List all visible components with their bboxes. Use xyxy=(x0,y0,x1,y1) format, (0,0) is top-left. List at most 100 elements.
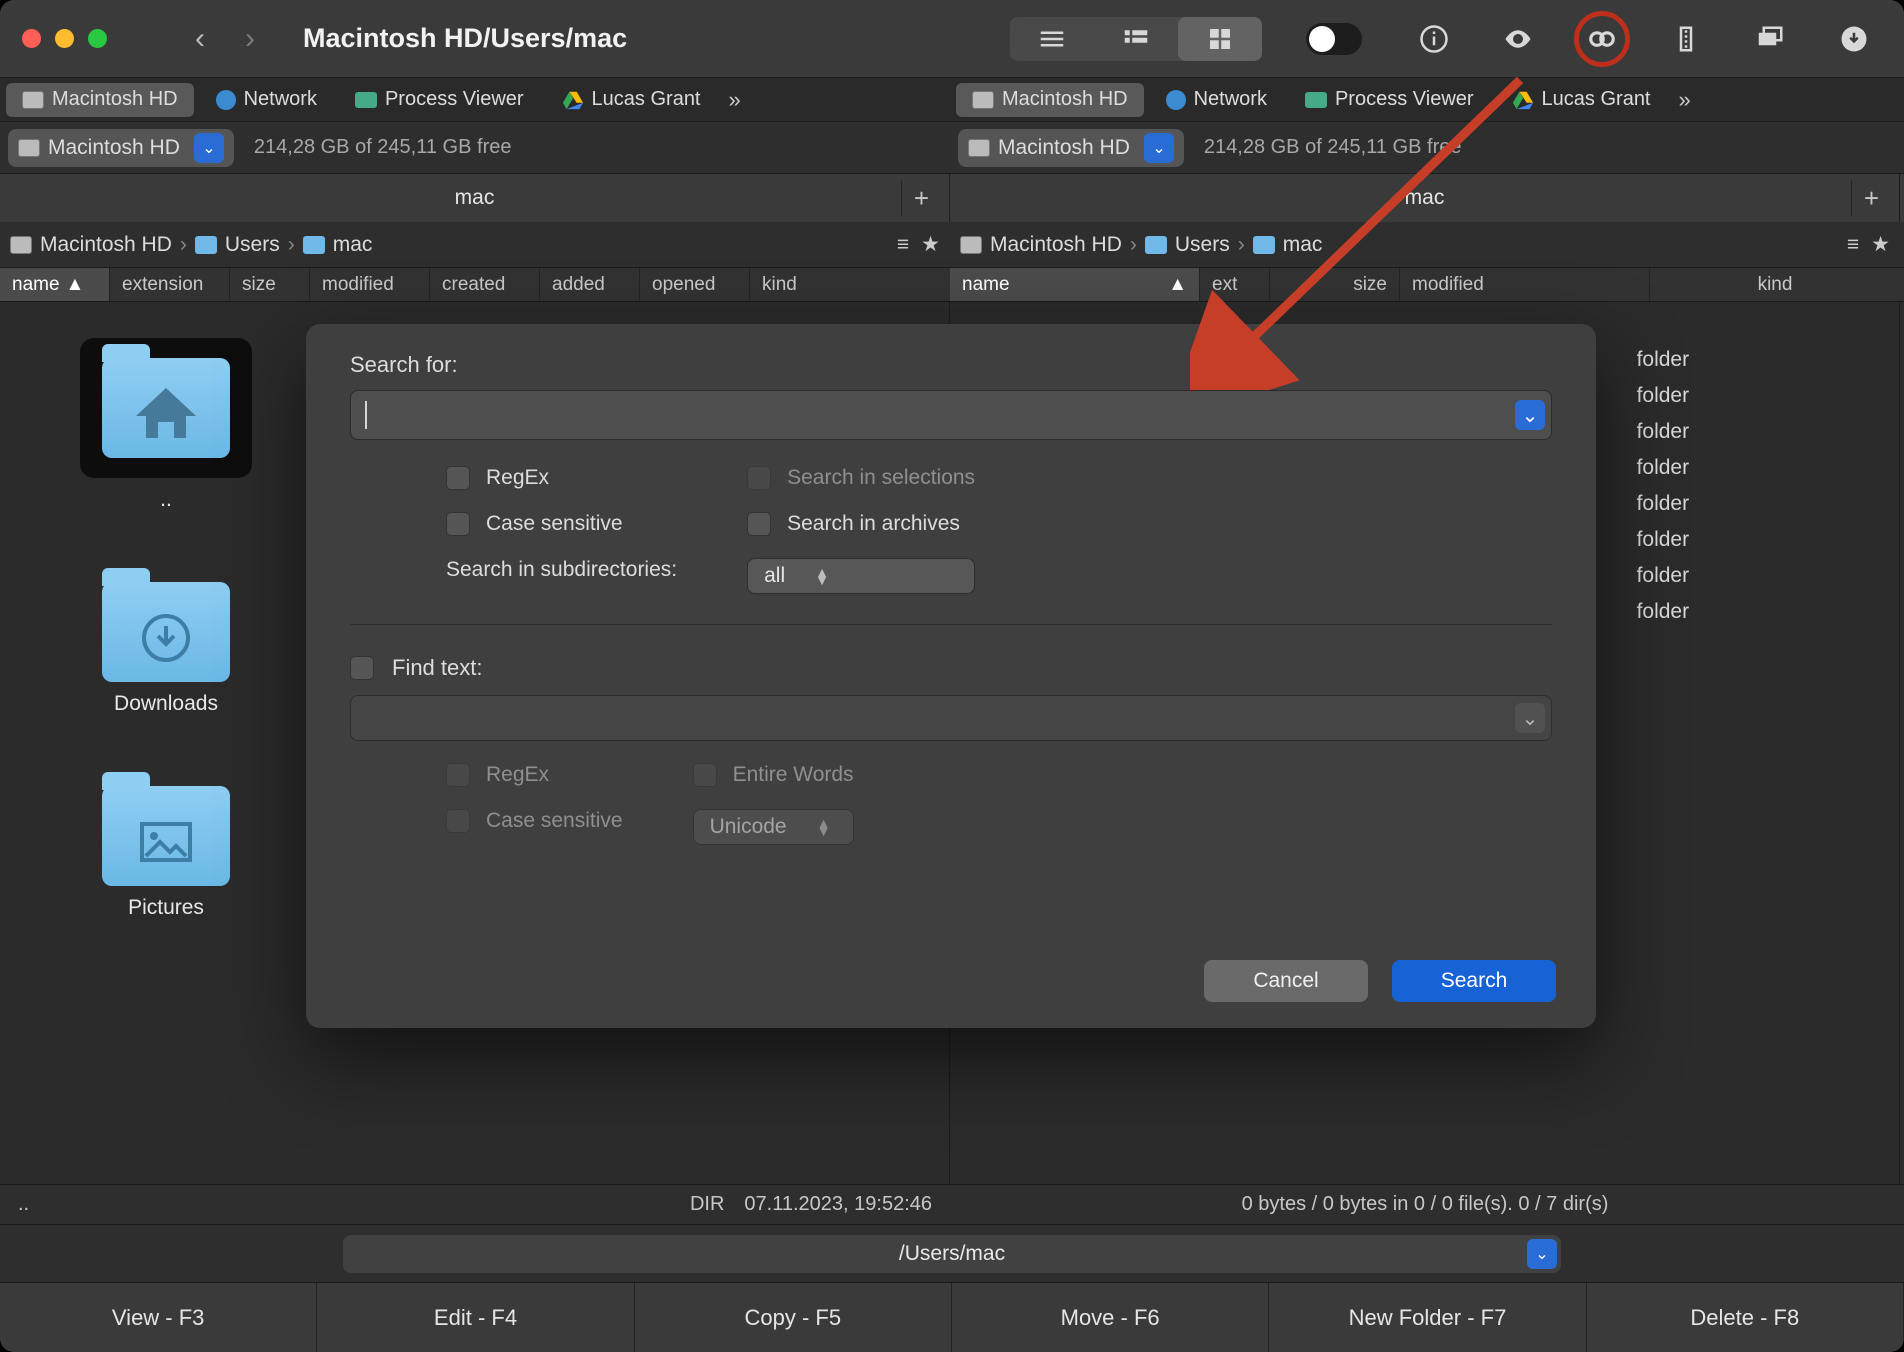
fkey-copy[interactable]: Copy - F5 xyxy=(635,1283,952,1352)
star-icon[interactable]: ★ xyxy=(1871,232,1890,257)
monitor-icon xyxy=(1305,92,1327,108)
dropdown-icon[interactable]: ⌄ xyxy=(194,133,224,163)
more-favorites-icon-r[interactable]: » xyxy=(1667,87,1703,113)
dropdown-icon[interactable]: ⌄ xyxy=(1515,703,1545,733)
download-icon[interactable] xyxy=(1826,11,1882,67)
new-tab-button-r[interactable]: + xyxy=(1851,180,1891,216)
breadcrumb-seg[interactable]: Users xyxy=(225,233,280,257)
tab-title-row: mac+ mac+ xyxy=(0,174,1904,222)
fav-drive-nicolas-r[interactable]: Lucas Grant xyxy=(1496,83,1667,117)
forward-button[interactable]: › xyxy=(245,22,255,56)
cancel-button[interactable]: Cancel xyxy=(1204,960,1368,1002)
breadcrumb-seg[interactable]: mac xyxy=(333,233,373,257)
hdr-name-r[interactable]: name ▲ xyxy=(950,268,1200,301)
nav-arrows: ‹ › xyxy=(195,22,255,56)
fav-network[interactable]: Network xyxy=(200,83,333,117)
hdr-ext-r[interactable]: ext xyxy=(1200,268,1270,301)
drive-selector-right[interactable]: Macintosh HD⌄ xyxy=(958,129,1184,167)
dropdown-icon[interactable]: ⌄ xyxy=(1515,400,1545,430)
fav-process-viewer[interactable]: Process Viewer xyxy=(339,83,540,117)
new-tab-button[interactable]: + xyxy=(901,180,941,216)
search-for-label: Search for: xyxy=(350,352,1552,378)
breadcrumb-right: Macintosh HD› Users› mac ≡★ xyxy=(950,222,1900,267)
hdr-kind-r[interactable]: kind xyxy=(1650,268,1900,301)
subdirs-select[interactable]: all▲▼ xyxy=(747,558,975,594)
dark-mode-toggle[interactable] xyxy=(1306,23,1362,55)
hdr-size-r[interactable]: size xyxy=(1270,268,1400,301)
panel-tab-right[interactable]: mac+ xyxy=(950,174,1900,222)
breadcrumb-seg[interactable]: mac xyxy=(1283,233,1323,257)
hdr-added[interactable]: added xyxy=(540,268,640,301)
fav-macintosh-hd-r[interactable]: Macintosh HD xyxy=(956,83,1144,117)
item-parent[interactable]: .. xyxy=(80,338,252,512)
minimize-button[interactable] xyxy=(55,29,74,48)
fkey-newfolder[interactable]: New Folder - F7 xyxy=(1269,1283,1586,1352)
search-for-input[interactable]: ⌄ xyxy=(350,390,1552,440)
dropdown-icon[interactable]: ⌄ xyxy=(1144,133,1174,163)
fav-macintosh-hd[interactable]: Macintosh HD xyxy=(6,83,194,117)
maximize-button[interactable] xyxy=(88,29,107,48)
panel-tab-left[interactable]: mac+ xyxy=(0,174,950,222)
breadcrumb-seg[interactable]: Users xyxy=(1175,233,1230,257)
path-input[interactable]: /Users/mac ⌄ xyxy=(343,1235,1561,1273)
regex-checkbox[interactable]: RegEx xyxy=(446,466,677,490)
find-text-toggle[interactable]: Find text: xyxy=(350,655,1552,681)
more-favorites-icon[interactable]: » xyxy=(717,87,753,113)
list-toggle-icon[interactable]: ≡ xyxy=(897,233,909,257)
fkey-view[interactable]: View - F3 xyxy=(0,1283,317,1352)
search-button[interactable]: Search xyxy=(1392,960,1556,1002)
fav-network-r[interactable]: Network xyxy=(1150,83,1283,117)
hdr-modified[interactable]: modified xyxy=(310,268,430,301)
status-right: 0 bytes / 0 bytes in 0 / 0 file(s). 0 / … xyxy=(950,1185,1900,1224)
status-bar: .. DIR 07.11.2023, 19:52:46 0 bytes / 0 … xyxy=(0,1184,1904,1224)
fav-drive-nicolas[interactable]: Lucas Grant xyxy=(546,83,717,117)
fkey-delete[interactable]: Delete - F8 xyxy=(1587,1283,1904,1352)
view-grid-icon[interactable] xyxy=(1178,17,1262,61)
find-text-input[interactable]: ⌄ xyxy=(350,695,1552,741)
entirewords-checkbox: Entire Words xyxy=(693,763,854,787)
search-icon[interactable] xyxy=(1574,11,1630,67)
hdr-extension[interactable]: extension xyxy=(110,268,230,301)
clone-panel-icon[interactable] xyxy=(1742,11,1798,67)
headers-right: name ▲ ext size modified kind xyxy=(950,268,1900,301)
hd-icon xyxy=(22,91,44,109)
hdr-opened[interactable]: opened xyxy=(640,268,750,301)
path-dropdown-icon[interactable]: ⌄ xyxy=(1527,1239,1557,1269)
home-folder-icon xyxy=(102,358,230,458)
breadcrumb-seg[interactable]: Macintosh HD xyxy=(40,233,172,257)
star-icon[interactable]: ★ xyxy=(921,232,940,257)
hdr-size[interactable]: size xyxy=(230,268,310,301)
archives-checkbox[interactable]: Search in archives xyxy=(747,512,975,536)
item-pictures[interactable]: Pictures xyxy=(102,786,230,920)
subdirs-row: Search in subdirectories: xyxy=(446,558,677,582)
fkey-move[interactable]: Move - F6 xyxy=(952,1283,1269,1352)
list-toggle-icon[interactable]: ≡ xyxy=(1847,233,1859,257)
fkey-edit[interactable]: Edit - F4 xyxy=(317,1283,634,1352)
hdr-name[interactable]: name ▲ xyxy=(0,268,110,301)
gdrive-icon xyxy=(562,89,584,111)
window-controls xyxy=(22,29,107,48)
hdr-kind[interactable]: kind xyxy=(750,268,950,301)
view-columns-icon[interactable] xyxy=(1094,17,1178,61)
hdr-created[interactable]: created xyxy=(430,268,540,301)
view-list-icon[interactable] xyxy=(1010,17,1094,61)
fkey-bar: View - F3 Edit - F4 Copy - F5 Move - F6 … xyxy=(0,1282,1904,1352)
compress-icon[interactable] xyxy=(1658,11,1714,67)
drive-selector-left[interactable]: Macintosh HD⌄ xyxy=(8,129,234,167)
hdr-modified-r[interactable]: modified xyxy=(1400,268,1650,301)
fav-process-viewer-r[interactable]: Process Viewer xyxy=(1289,83,1490,117)
back-button[interactable]: ‹ xyxy=(195,22,205,56)
gdrive-icon xyxy=(1512,89,1534,111)
hd-icon xyxy=(972,91,994,109)
folder-icon xyxy=(1145,236,1167,254)
item-downloads[interactable]: Downloads xyxy=(102,582,230,716)
pictures-folder-icon xyxy=(102,786,230,886)
drive-free-left: 214,28 GB of 245,11 GB free xyxy=(254,136,512,159)
info-icon[interactable] xyxy=(1406,11,1462,67)
breadcrumb-seg[interactable]: Macintosh HD xyxy=(990,233,1122,257)
case-checkbox[interactable]: Case sensitive xyxy=(446,512,677,536)
path-bar: /Users/mac ⌄ xyxy=(0,1224,1904,1282)
quicklook-icon[interactable] xyxy=(1490,11,1546,67)
close-button[interactable] xyxy=(22,29,41,48)
regex2-checkbox: RegEx xyxy=(446,763,623,787)
